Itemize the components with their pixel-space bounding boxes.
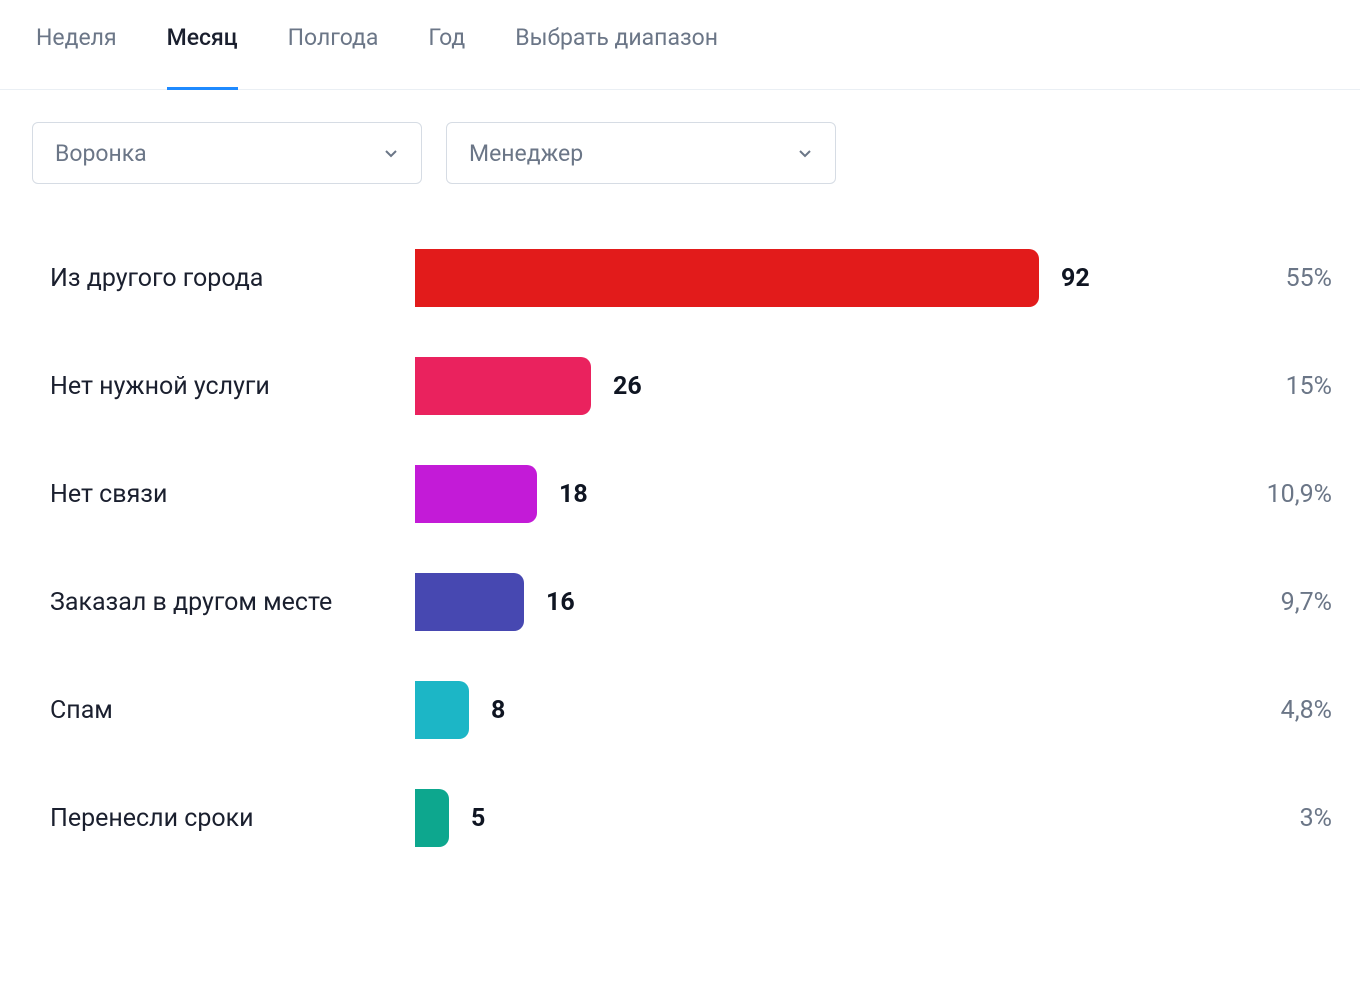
chart-row: Нет нужной услуги 26 15% [50,332,1332,440]
chart-bar [415,681,469,739]
filter-row: Воронка Менеджер [0,90,1360,214]
chart-bar-percent: 55% [1212,264,1332,293]
chart-bar-value: 8 [491,696,505,725]
tab-halfyear[interactable]: Полгода [288,24,379,69]
tab-week[interactable]: Неделя [36,24,117,69]
chart-bar-area: 18 [415,465,1212,523]
chart-bar-percent: 3% [1212,804,1332,833]
chart-bar-area: 8 [415,681,1212,739]
chart-bar [415,573,524,631]
chart-row: Перенесли сроки 5 3% [50,764,1332,872]
chart-row: Спам 8 4,8% [50,656,1332,764]
manager-select-label: Менеджер [469,140,583,167]
tab-year[interactable]: Год [428,24,465,69]
tab-month[interactable]: Месяц [167,24,238,69]
manager-select[interactable]: Менеджер [446,122,836,184]
chart-bar [415,789,449,847]
chevron-down-icon [797,145,813,161]
chart-row-label: Перенесли сроки [50,804,415,833]
chart-row: Заказал в другом месте 16 9,7% [50,548,1332,656]
chart-row-label: Из другого города [50,264,415,293]
chart-bar-value: 18 [559,480,588,509]
chart-bar-percent: 10,9% [1212,480,1332,509]
chart-bar-area: 16 [415,573,1212,631]
chart-bar-percent: 9,7% [1212,588,1332,617]
chart-bar-percent: 4,8% [1212,696,1332,725]
chart-bar-area: 26 [415,357,1212,415]
chart-row: Нет связи 18 10,9% [50,440,1332,548]
chart-bar-area: 92 [415,249,1212,307]
chart-row-label: Спам [50,696,415,725]
chart-bar-value: 26 [613,372,642,401]
chart-bar [415,249,1039,307]
funnel-select[interactable]: Воронка [32,122,422,184]
chart-bar-percent: 15% [1212,372,1332,401]
chart-row-label: Заказал в другом месте [50,588,415,617]
chart-row: Из другого города 92 55% [50,224,1332,332]
tab-custom-range[interactable]: Выбрать диапазон [515,24,718,69]
chart-bar-value: 5 [471,804,485,833]
chart-row-label: Нет нужной услуги [50,372,415,401]
chart-bar [415,357,591,415]
chart-bar-area: 5 [415,789,1212,847]
bar-chart: Из другого города 92 55% Нет нужной услуги 2… [0,214,1360,902]
chart-row-label: Нет связи [50,480,415,509]
chart-bar-value: 16 [546,588,575,617]
chevron-down-icon [383,145,399,161]
chart-bar-value: 92 [1061,264,1090,293]
chart-bar [415,465,537,523]
funnel-select-label: Воронка [55,140,147,167]
time-range-tabs: Неделя Месяц Полгода Год Выбрать диапазо… [0,0,1360,90]
